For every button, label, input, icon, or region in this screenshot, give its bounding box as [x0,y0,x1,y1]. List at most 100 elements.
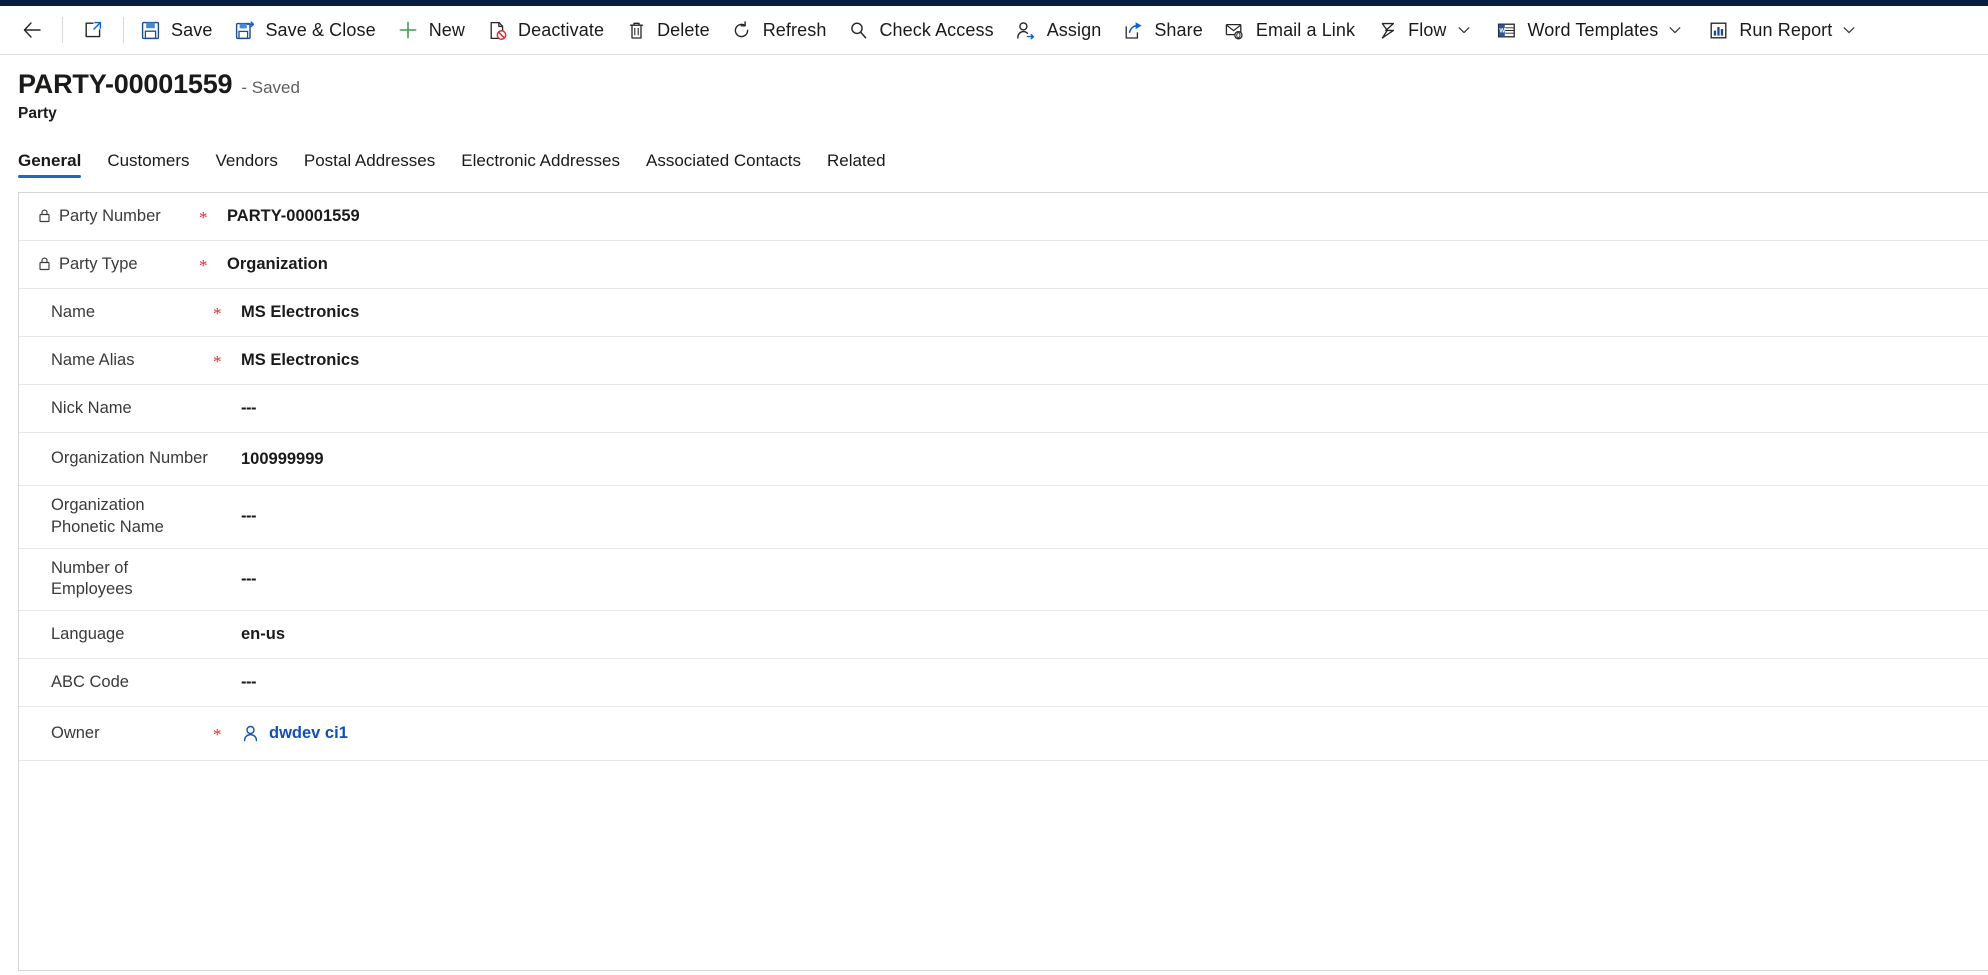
person-icon [241,724,261,744]
delete-button-label: Delete [657,20,710,40]
field-label-number-of-employees-text: Number of Employees [51,558,133,599]
field-row-organization-number: Organization Number 100999999 [19,433,1988,486]
tab-related[interactable]: Related [814,152,899,178]
field-value-number-of-employees[interactable]: --- [241,570,1988,589]
field-value-party-type[interactable]: Organization [227,255,1988,274]
field-row-party-type: Party Type * Organization [19,241,1988,289]
field-label-owner: Owner [51,714,213,754]
email-link-icon [1223,18,1247,42]
run-report-button[interactable]: Run Report [1688,8,1836,52]
field-value-language[interactable]: en-us [241,625,1988,644]
field-label-language-text: Language [51,624,125,643]
tab-customers[interactable]: Customers [94,152,202,178]
field-row-name: Name * MS Electronics [19,289,1988,337]
back-button[interactable] [6,8,58,52]
field-value-party-number[interactable]: PARTY-00001559 [227,207,1988,226]
field-value-organization-phonetic-name[interactable]: --- [241,507,1988,526]
general-form-panel: Party Number * PARTY-00001559 Party Type… [18,192,1988,971]
save-button[interactable]: Save [128,8,222,52]
check-access-button-label: Check Access [879,20,994,40]
required-marker-organization-number [213,458,241,460]
field-row-party-number: Party Number * PARTY-00001559 [19,193,1988,241]
save-and-close-icon [232,18,256,42]
required-marker-abc-code [213,682,241,684]
delete-trash-icon [624,18,648,42]
field-value-name[interactable]: MS Electronics [241,303,1988,322]
tab-electronic-addresses[interactable]: Electronic Addresses [448,152,633,178]
check-access-icon [846,18,870,42]
field-label-organization-phonetic-name: Organization Phonetic Name [51,486,213,548]
field-value-abc-code[interactable]: --- [241,673,1988,692]
save-icon [138,18,162,42]
field-label-abc-code: ABC Code [51,663,213,703]
flow-chevron-down-icon[interactable] [1451,8,1477,52]
deactivate-button-label: Deactivate [518,20,605,40]
lock-icon [37,208,53,224]
field-value-name-alias[interactable]: MS Electronics [241,351,1988,370]
word-templates-button-label: Word Templates [1527,20,1659,40]
page-title: PARTY-00001559 [18,69,233,99]
owner-lookup-link[interactable]: dwdev ci1 [269,724,348,743]
field-label-party-type-text: Party Type [59,254,138,273]
field-label-name: Name [51,293,213,333]
assign-button-label: Assign [1046,20,1102,40]
save-and-close-button-label: Save & Close [265,20,376,40]
word-templates-chevron-down-icon[interactable] [1662,8,1688,52]
required-marker-party-number: * [199,207,208,227]
assign-person-icon [1014,18,1038,42]
email-a-link-button[interactable]: Email a Link [1213,8,1365,52]
command-bar: Save Save & Close New Deactivate Delete … [0,6,1988,55]
tab-vendors[interactable]: Vendors [203,152,291,178]
toolbar-divider-2 [123,17,124,43]
email-a-link-button-label: Email a Link [1255,20,1356,40]
refresh-button[interactable]: Refresh [720,8,837,52]
field-row-number-of-employees: Number of Employees --- [19,549,1988,612]
flow-button[interactable]: Flow [1365,8,1450,52]
tab-related-label: Related [826,151,886,170]
tab-postal-addresses[interactable]: Postal Addresses [291,152,448,178]
run-report-icon [1706,18,1730,42]
field-label-nick-name-text: Nick Name [51,398,132,417]
required-marker-nick-name [213,408,241,410]
deactivate-button[interactable]: Deactivate [475,8,614,52]
tab-vendors-label: Vendors [215,151,278,170]
assign-button[interactable]: Assign [1004,8,1112,52]
tab-general[interactable]: General [18,152,94,178]
field-row-name-alias: Name Alias * MS Electronics [19,337,1988,385]
new-button[interactable]: New [386,8,475,52]
run-report-button-label: Run Report [1739,20,1833,40]
flow-button-label: Flow [1408,20,1447,40]
field-label-name-text: Name [51,302,96,321]
field-label-organization-phonetic-name-text: Organization Phonetic Name [51,496,164,536]
popout-icon [81,18,105,42]
field-value-owner: dwdev ci1 [241,724,1988,744]
field-row-language: Language en-us [19,611,1988,660]
field-row-nick-name: Nick Name --- [19,385,1988,433]
deactivate-icon [485,18,509,42]
save-button-label: Save [171,20,213,40]
tab-associated-contacts[interactable]: Associated Contacts [633,152,814,178]
field-row-abc-code: ABC Code --- [19,659,1988,708]
field-label-party-number: Party Number [37,197,199,237]
field-label-owner-text: Owner [51,723,100,742]
run-report-chevron-down-icon[interactable] [1836,8,1862,52]
save-and-close-button[interactable]: Save & Close [222,8,385,52]
new-plus-icon [396,18,420,42]
tab-postal-addresses-label: Postal Addresses [303,151,436,170]
required-marker-party-type: * [199,255,208,275]
field-value-nick-name[interactable]: --- [241,399,1988,418]
required-marker-name: * [213,303,222,323]
required-marker-name-alias: * [213,351,222,371]
delete-button[interactable]: Delete [614,8,720,52]
field-label-organization-number: Organization Number [51,439,213,479]
check-access-button[interactable]: Check Access [836,8,1003,52]
open-in-new-window-button[interactable] [67,8,119,52]
required-marker-language [213,634,241,636]
tab-associated-contacts-label: Associated Contacts [646,151,801,170]
refresh-button-label: Refresh [762,20,827,40]
refresh-icon [730,18,754,42]
flow-icon [1375,18,1399,42]
share-button[interactable]: Share [1111,8,1213,52]
word-templates-button[interactable]: W Word Templates [1477,8,1663,52]
field-value-organization-number[interactable]: 100999999 [241,450,1988,469]
